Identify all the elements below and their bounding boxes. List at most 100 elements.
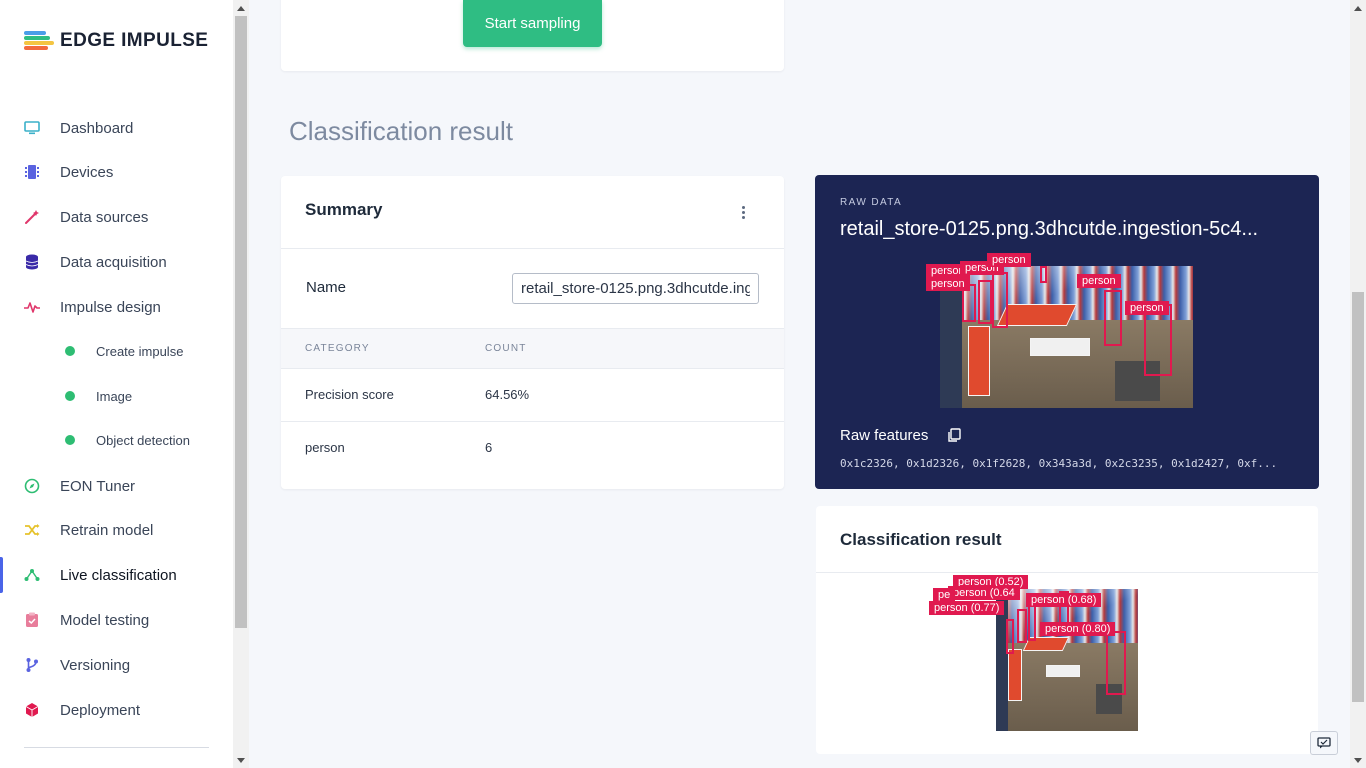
scrollbar-thumb[interactable] (1352, 292, 1364, 702)
sidebar-item-live-classification[interactable]: Live classification (0, 555, 233, 595)
detection-box (1106, 631, 1126, 695)
cube-icon (24, 702, 40, 718)
summary-title: Summary (305, 200, 383, 219)
sidebar-item-label: Devices (60, 163, 114, 181)
edge-impulse-logo[interactable]: EDGE IMPULSE (24, 30, 208, 52)
sidebar-item-eon-tuner[interactable]: EON Tuner (0, 466, 233, 506)
name-label: Name (306, 279, 347, 296)
detection-box (1104, 290, 1122, 346)
detection-box (1017, 609, 1027, 643)
git-branch-icon (24, 657, 40, 673)
clipboard-check-icon (24, 612, 40, 628)
sidebar-divider (24, 747, 209, 748)
sidebar-item-devices[interactable]: Devices (0, 152, 233, 192)
sidebar-item-label: EON Tuner (60, 477, 136, 495)
logo-mark-icon (24, 31, 54, 51)
sidebar-item-object-detection[interactable]: Object detection (0, 420, 233, 460)
pulse-icon (24, 299, 40, 315)
start-sampling-button[interactable]: Start sampling (463, 0, 602, 47)
scrollbar-thumb[interactable] (235, 16, 247, 628)
detection-label: person (0.77) (929, 601, 1005, 615)
sidebar-item-image[interactable]: Image (0, 376, 233, 416)
page-section-title: Classification result (289, 116, 513, 146)
count-cell: 6 (485, 440, 493, 455)
sidebar-item-dashboard[interactable]: Dashboard (0, 108, 233, 148)
sidebar-item-label: Model testing (60, 611, 150, 629)
column-header-count: COUNT (485, 343, 527, 354)
more-options-icon[interactable] (742, 206, 746, 219)
network-icon (24, 567, 40, 583)
dot-icon (62, 432, 78, 448)
detection-label: person (0.68) (1026, 593, 1102, 607)
detection-label: person (0.64 (948, 586, 1020, 600)
scroll-down-arrow-icon[interactable] (1354, 758, 1362, 763)
detection-label: pe (933, 588, 956, 602)
scroll-up-arrow-icon[interactable] (1354, 6, 1362, 11)
copy-icon[interactable] (947, 428, 961, 442)
raw-data-tag: RAW DATA (840, 197, 903, 208)
raw-features-label: Raw features (840, 427, 929, 444)
divider (281, 248, 784, 249)
database-icon (24, 254, 40, 270)
table-header: CATEGORY COUNT (281, 328, 784, 369)
sidebar-scrollbar[interactable] (233, 0, 249, 768)
sidebar-item-deployment[interactable]: Deployment (0, 690, 233, 730)
sidebar-item-model-testing[interactable]: Model testing (0, 600, 233, 640)
sidebar-item-label: Create impulse (96, 343, 184, 359)
category-cell: Precision score (305, 387, 394, 402)
classification-result-card: Classification result person (0.52) pers… (816, 506, 1318, 754)
column-header-category: CATEGORY (305, 343, 370, 354)
sidebar-item-label: Data acquisition (60, 253, 167, 271)
classified-sample-image: person (0.52) person (0.64 pe person (0.… (929, 575, 1138, 731)
raw-features-values[interactable]: 0x1c2326, 0x1d2326, 0x1f2628, 0x343a3d, … (840, 457, 1295, 470)
divider (816, 572, 1318, 573)
divider (281, 421, 784, 422)
detection-box (1040, 266, 1047, 283)
logo-text: EDGE IMPULSE (60, 30, 209, 51)
page-scrollbar[interactable] (1350, 0, 1366, 768)
detection-box (978, 280, 992, 324)
sidebar-item-create-impulse[interactable]: Create impulse (0, 331, 233, 371)
classification-result-title: Classification result (840, 530, 1002, 549)
detection-label: person (926, 277, 970, 291)
detection-box (1006, 619, 1014, 654)
compass-icon (24, 478, 40, 494)
magic-wand-icon (24, 209, 40, 225)
sample-name-field[interactable] (512, 273, 759, 304)
scroll-up-arrow-icon[interactable] (237, 6, 245, 11)
detection-box (1028, 603, 1036, 641)
raw-data-title: retail_store-0125.png.3dhcutde.ingestion… (840, 218, 1259, 240)
detection-label: person (0.80) (1040, 622, 1116, 636)
sidebar-item-label: Impulse design (60, 298, 161, 316)
count-cell: 64.56% (485, 387, 530, 402)
chip-icon (24, 164, 40, 180)
sidebar-item-label: Versioning (60, 656, 131, 674)
sidebar-item-versioning[interactable]: Versioning (0, 645, 233, 685)
monitor-icon (24, 120, 40, 136)
sidebar-item-data-sources[interactable]: Data sources (0, 197, 233, 237)
sidebar-item-label: Live classification (60, 566, 177, 584)
detection-label: person (987, 253, 1031, 267)
sidebar-item-data-acquisition[interactable]: Data acquisition (0, 242, 233, 282)
detection-label: person (1077, 274, 1121, 288)
sidebar: EDGE IMPULSE Dashboard Devices Data sour… (0, 0, 233, 768)
dot-icon (62, 388, 78, 404)
dot-icon (62, 343, 78, 359)
scroll-down-arrow-icon[interactable] (237, 758, 245, 763)
raw-sample-image: person person person person person perso… (926, 253, 1193, 408)
detection-label: person (1125, 301, 1169, 315)
sidebar-item-label: Dashboard (60, 119, 134, 137)
summary-card: Summary Name CATEGORY COUNT Precision sc… (281, 176, 784, 489)
sidebar-item-label: Object detection (96, 432, 190, 448)
feedback-icon[interactable] (1310, 731, 1338, 755)
sidebar-item-label: Data sources (60, 208, 149, 226)
raw-data-card: RAW DATA retail_store-0125.png.3dhcutde.… (815, 175, 1319, 489)
shuffle-icon (24, 522, 40, 538)
divider (281, 328, 784, 329)
category-cell: person (305, 440, 345, 455)
divider (281, 368, 784, 369)
sidebar-item-label: Deployment (60, 701, 141, 719)
sidebar-item-retrain-model[interactable]: Retrain model (0, 510, 233, 550)
sidebar-item-impulse-design[interactable]: Impulse design (0, 287, 233, 327)
detection-box (992, 272, 1008, 328)
